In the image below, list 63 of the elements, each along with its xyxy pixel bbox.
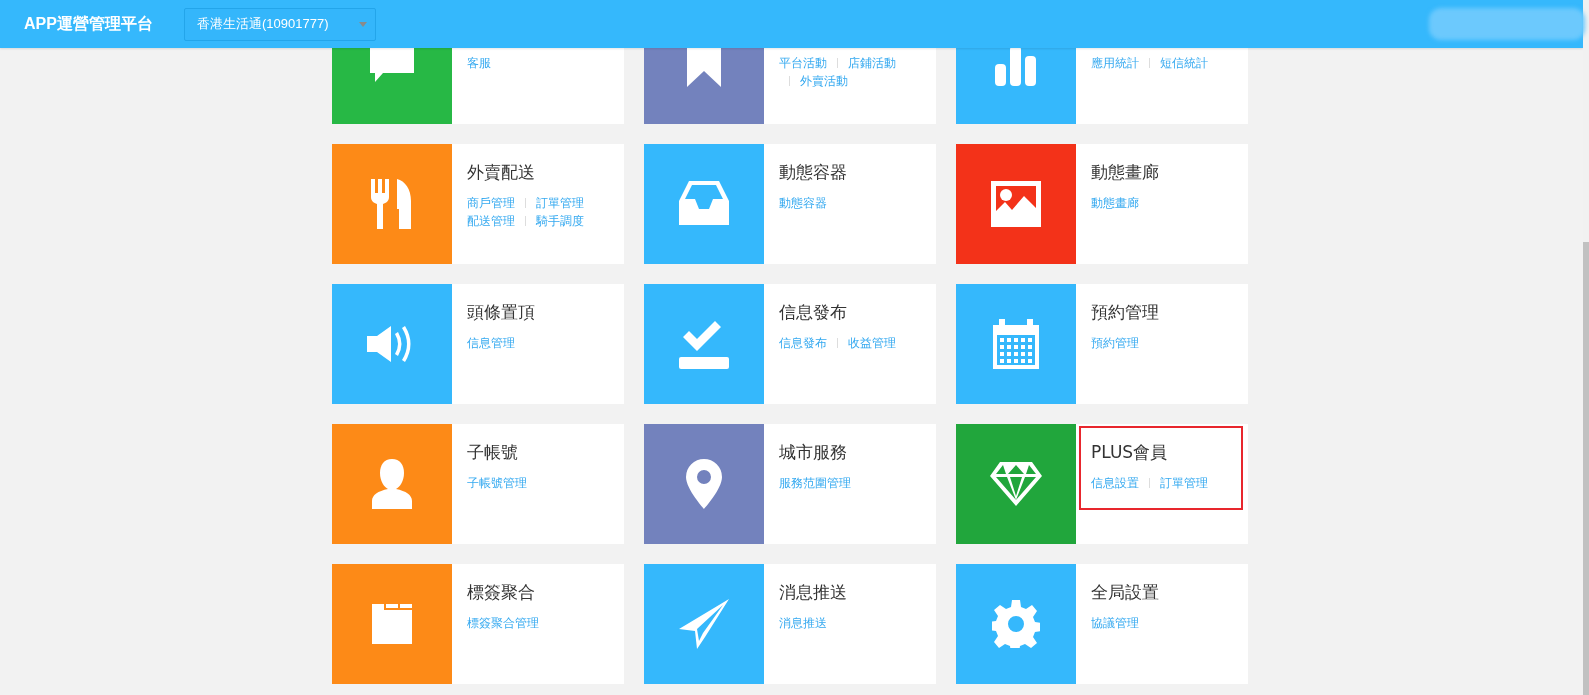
image-icon <box>991 181 1041 227</box>
module-link[interactable]: 騎手調度 <box>525 212 584 230</box>
module-tile[interactable] <box>644 424 764 544</box>
module-title: 動態容器 <box>779 162 847 182</box>
module-title: 城市服務 <box>779 442 847 462</box>
bookmark-icon <box>685 48 723 89</box>
module-link[interactable]: 應用統計 <box>1091 54 1139 72</box>
module-title: 頭條置頂 <box>467 302 535 322</box>
location-pin-icon <box>686 459 722 509</box>
folder-icon <box>372 604 412 644</box>
module-title: 信息發布 <box>779 302 847 322</box>
caret-icon <box>359 21 367 27</box>
module-tile[interactable] <box>644 564 764 684</box>
module-title: PLUS會員 <box>1091 442 1168 462</box>
module-link[interactable]: 協議管理 <box>1091 614 1139 632</box>
module-title: 動態畫廊 <box>1091 162 1159 182</box>
module-tile[interactable] <box>956 424 1076 544</box>
module-link[interactable]: 消息推送 <box>779 614 827 632</box>
module-link[interactable]: 動態畫廊 <box>1091 194 1139 212</box>
module-tile[interactable] <box>644 144 764 264</box>
module-tile[interactable] <box>332 424 452 544</box>
calendar-icon <box>993 319 1039 369</box>
module-title: 子帳號 <box>467 442 518 462</box>
module-link[interactable]: 標簽聚合管理 <box>467 614 539 632</box>
settings-icon <box>992 600 1040 648</box>
module-link[interactable]: 動態容器 <box>779 194 827 212</box>
module-link[interactable]: 訂單管理 <box>525 194 584 212</box>
module-link[interactable]: 信息管理 <box>467 334 515 352</box>
paper-plane-icon <box>679 599 729 649</box>
module-link[interactable]: 短信統計 <box>1149 54 1208 72</box>
module-tile[interactable] <box>332 144 452 264</box>
module-link[interactable]: 信息發布 <box>779 334 827 352</box>
module-link[interactable]: 客服 <box>467 54 491 72</box>
module-tile[interactable] <box>332 284 452 404</box>
inbox-tray-icon <box>679 181 729 227</box>
checkmark-tray-icon <box>679 319 729 369</box>
module-title: 外賣配送 <box>467 162 535 182</box>
module-tile[interactable] <box>956 144 1076 264</box>
module-title: 全局設置 <box>1091 582 1159 602</box>
module-link[interactable]: 商戶管理 <box>467 194 515 212</box>
diamond-icon <box>990 462 1042 506</box>
module-link[interactable]: 收益管理 <box>837 334 896 352</box>
module-link[interactable]: 外賣活動 <box>789 72 848 90</box>
module-link[interactable]: 子帳號管理 <box>467 474 527 492</box>
scrollbar-thumb[interactable] <box>1583 242 1589 695</box>
module-link[interactable]: 信息設置 <box>1091 474 1139 492</box>
module-tile[interactable] <box>332 564 452 684</box>
module-title: 標簽聚合 <box>467 582 535 602</box>
app-title: APP運營管理平台 <box>24 13 154 34</box>
module-title: 消息推送 <box>779 582 847 602</box>
module-tile[interactable] <box>956 284 1076 404</box>
module-link[interactable]: 預約管理 <box>1091 334 1139 352</box>
module-link[interactable]: 訂單管理 <box>1149 474 1208 492</box>
module-tile[interactable] <box>956 564 1076 684</box>
person-silhouette-icon <box>372 459 412 509</box>
account-select[interactable]: 香港生活通(10901777) <box>184 7 376 41</box>
module-link[interactable]: 店鋪活動 <box>837 54 896 72</box>
module-title: 預約管理 <box>1091 302 1159 322</box>
module-tile[interactable] <box>644 284 764 404</box>
bar-chart-icon <box>993 48 1039 86</box>
module-link[interactable]: 服務范圍管理 <box>779 474 851 492</box>
module-link[interactable]: 平台活動 <box>779 54 827 72</box>
module-link[interactable]: 配送管理 <box>467 212 515 230</box>
